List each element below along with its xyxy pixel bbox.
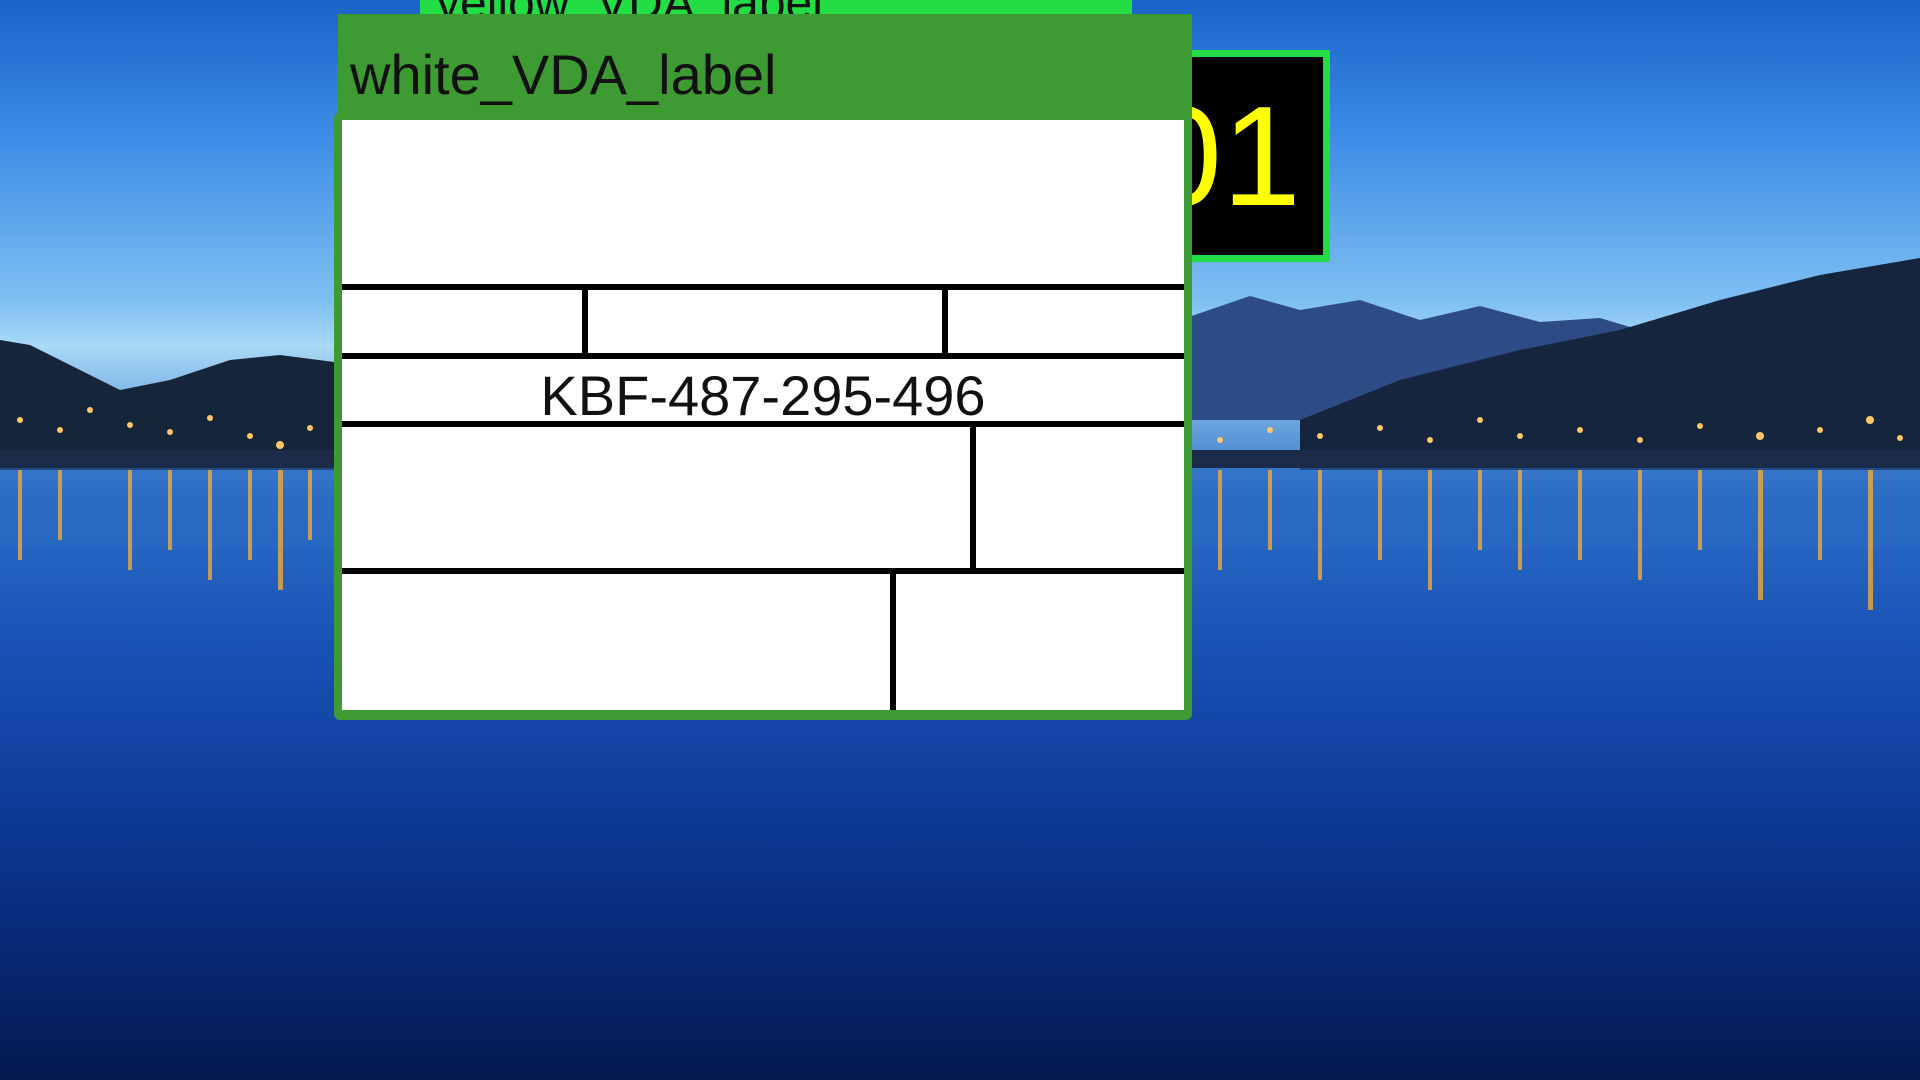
white-label-window[interactable]: KBF-487-295-496 white_VDA_label: [334, 14, 1192, 720]
label-code: KBF-487-295-496: [540, 364, 986, 427]
white-label-title: white_VDA_label: [350, 43, 777, 106]
label-cell-divider: [890, 568, 896, 710]
white-label-frame: KBF-487-295-496: [334, 112, 1192, 720]
label-divider: [342, 353, 1184, 359]
label-divider: [342, 568, 1184, 574]
label-cell-divider: [582, 284, 588, 359]
label-sheet: KBF-487-295-496: [342, 120, 1184, 710]
label-cell-divider: [970, 421, 976, 574]
label-divider: [342, 284, 1184, 290]
white-label-title-bar[interactable]: white_VDA_label: [338, 14, 1192, 120]
label-cell-divider: [942, 284, 948, 359]
